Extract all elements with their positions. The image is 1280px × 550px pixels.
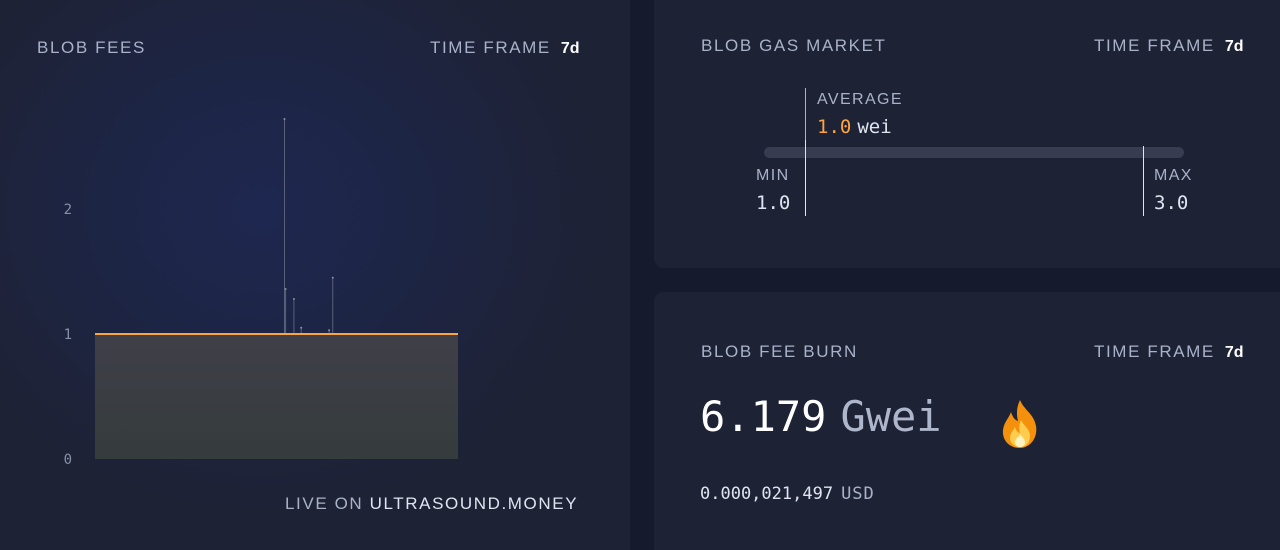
fire-icon — [1002, 400, 1037, 448]
chart-spike-point — [283, 118, 286, 120]
chart-spike-point — [292, 298, 295, 300]
burn-usd-currency: USD — [841, 484, 875, 504]
burn-time-frame[interactable]: TIME FRAME 7d — [1094, 342, 1244, 362]
dashboard: BLOB FEES TIME FRAME 7d 012 LIVE ON ULTRA… — [0, 0, 1280, 550]
footer-brand[interactable]: ULTRASOUND.MONEY — [370, 494, 579, 513]
y-tick-label: 2 — [64, 202, 72, 218]
max-marker — [1143, 146, 1144, 216]
blob-fees-card: BLOB FEES TIME FRAME 7d 012 LIVE ON ULTRA… — [0, 0, 630, 550]
burn-number: 6.179 — [700, 392, 827, 441]
blob-gas-market-card: BLOB GAS MARKET TIME FRAME 7d AVERAGE 1.0… — [654, 0, 1280, 268]
min-marker — [805, 140, 806, 216]
time-frame-label: TIME FRAME — [1094, 342, 1215, 361]
burn-amount: 6.179 Gwei — [700, 392, 942, 441]
y-tick-label: 1 — [64, 327, 72, 343]
burn-usd: 0.000,021,497 USD — [700, 484, 875, 504]
chart-spike-point — [328, 329, 331, 332]
blob-fees-chart: 0 1 2 — [64, 118, 458, 468]
live-on-footer[interactable]: LIVE ON ULTRASOUND.MONEY — [285, 494, 578, 514]
burn-title: BLOB FEE BURN — [701, 342, 858, 361]
time-frame-label: TIME FRAME — [1094, 36, 1215, 55]
time-frame-value[interactable]: 7d — [1225, 344, 1244, 361]
footer-prefix: LIVE ON — [285, 494, 364, 513]
chart-area — [95, 334, 458, 459]
min-label: MIN — [756, 167, 790, 184]
max-value: 3.0 — [1154, 192, 1189, 214]
average-value: 1.0 wei — [817, 116, 892, 138]
chart-spike-point — [284, 288, 287, 290]
burn-usd-amount: 0.000,021,497 — [700, 484, 834, 504]
gas-range-track — [764, 147, 1184, 158]
y-axis-ticks: 0 1 2 — [64, 202, 72, 468]
y-tick-label: 0 — [64, 452, 72, 468]
chart-spikes — [283, 118, 334, 334]
min-value: 1.0 — [756, 192, 791, 214]
chart-area-layer — [95, 333, 458, 459]
gas-market-time-frame[interactable]: TIME FRAME 7d — [1094, 36, 1244, 56]
burn-unit: Gwei — [840, 392, 942, 441]
blob-fee-burn-card: BLOB FEE BURN TIME FRAME 7d 6.179 Gwei 0.0… — [654, 292, 1280, 550]
chart-spike-point — [300, 326, 303, 329]
average-unit: wei — [857, 116, 892, 138]
time-frame-value[interactable]: 7d — [1225, 38, 1244, 55]
average-label: AVERAGE — [817, 91, 903, 108]
average-number: 1.0 — [817, 116, 852, 138]
chart-spike-point — [331, 276, 334, 279]
gas-market-title: BLOB GAS MARKET — [701, 36, 887, 55]
max-label: MAX — [1154, 167, 1193, 184]
